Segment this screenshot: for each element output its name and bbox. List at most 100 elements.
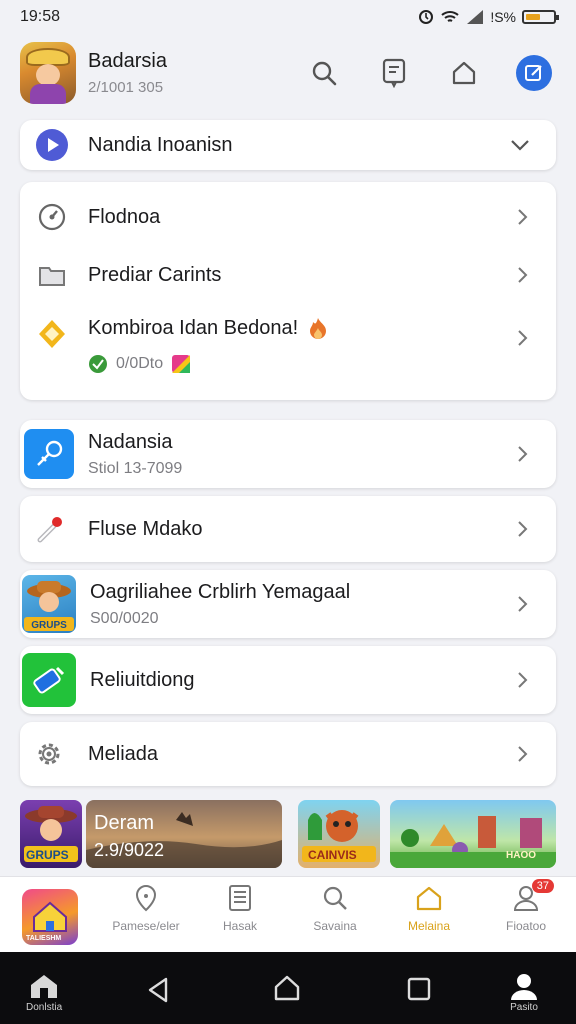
compose-icon	[525, 65, 542, 81]
profile-info[interactable]: Badarsia 2/1001 305	[88, 50, 167, 96]
fire-icon	[310, 318, 327, 339]
tab-label: Pamese/eler	[112, 919, 180, 933]
list-item-label: Oagriliahee Crblirh Yemagaal	[90, 580, 351, 603]
sys-profile-shortcut[interactable]: Pasito	[508, 972, 540, 1013]
home-icon	[31, 975, 58, 998]
list-item-sub: Stiol 13-7099	[88, 459, 183, 477]
color-tile-icon	[172, 355, 191, 373]
thumb-village[interactable]: HAOO	[390, 800, 556, 868]
square-icon	[407, 977, 431, 1001]
alarm-icon	[419, 10, 434, 24]
list-item-reliuitdiong[interactable]: Reliuitdiong	[20, 646, 556, 714]
list-item-label: Meliada	[88, 742, 159, 765]
chevron-right-icon	[518, 446, 528, 462]
tab-fioatoo[interactable]: 37 Fioatoo	[486, 879, 566, 933]
location-pin-icon	[135, 884, 157, 912]
list-item-label: Nadansia	[88, 430, 173, 453]
play-icon	[34, 127, 70, 163]
folder-icon	[34, 257, 70, 293]
chevron-right-icon	[518, 267, 528, 283]
app-tile-text: TALIESHM	[26, 935, 62, 942]
list-item-fluse[interactable]: Fluse Mdako	[20, 496, 556, 562]
group-item-label: Kombiroa Idan Bedona!	[88, 316, 299, 339]
document-icon	[229, 885, 251, 911]
group-item-flodnoa[interactable]: Flodnoa	[20, 190, 556, 244]
group-item-kombiroa[interactable]: Kombiroa Idan Bedona! 0/0Dto	[20, 306, 556, 392]
list-item-label: Reliuitdiong	[90, 668, 195, 691]
tab-label: Melaina	[407, 919, 451, 933]
gear-icon	[24, 729, 74, 779]
home-icon	[416, 886, 442, 911]
dial-icon	[34, 199, 70, 235]
group-item-prediar[interactable]: Prediar Carints	[20, 248, 556, 302]
list-item-label: Fluse Mdako	[88, 517, 203, 540]
chevron-right-icon	[518, 330, 528, 346]
signal-icon	[467, 10, 484, 24]
battery-app-icon	[22, 653, 76, 707]
group-item-label: Prediar Carints	[88, 263, 222, 286]
thumb-fox[interactable]: CAINVIS	[298, 800, 380, 868]
group-item-label: Flodnoa	[88, 205, 161, 228]
recents-button[interactable]	[406, 976, 432, 1002]
notification-badge: 37	[531, 879, 554, 893]
status-icons: !S%	[418, 9, 559, 25]
account-dropdown[interactable]: Nandia Inoanisn	[20, 120, 556, 170]
home-button[interactable]	[446, 55, 482, 91]
chevron-right-icon	[518, 746, 528, 762]
svg-text:GRUPS: GRUPS	[31, 620, 67, 631]
dropdown-label: Nandia Inoanisn	[88, 133, 233, 156]
game-character-icon: GRUPS	[22, 575, 76, 633]
thumb-dream-date: 2.9/9022	[94, 840, 165, 860]
home-nav-button[interactable]	[273, 974, 301, 1002]
list-item-meliada[interactable]: Meliada	[20, 722, 556, 786]
header-actions	[306, 55, 556, 91]
system-nav-bar: Donlstia Pasito	[0, 952, 576, 1024]
tab-label: Fioatoo	[505, 919, 547, 933]
thumb-fox-text: CAINVIS	[308, 848, 357, 862]
tab-melaina[interactable]: Melaina	[389, 883, 469, 933]
battery-icon	[522, 10, 559, 24]
compose-button[interactable]	[516, 55, 552, 91]
profile-subtitle: 2/1001 305	[88, 79, 164, 96]
bottom-tab-bar: TALIESHM Pamese/eler Hasak Savaina Melai…	[0, 876, 576, 952]
person-icon	[511, 974, 537, 1000]
profile-header: Badarsia 2/1001 305	[20, 40, 556, 106]
chevron-right-icon	[518, 209, 528, 225]
app-tile[interactable]: TALIESHM	[22, 889, 78, 945]
search-icon	[312, 61, 337, 86]
notes-button[interactable]	[376, 55, 412, 91]
status-time: 19:58	[20, 8, 61, 25]
thumb-dream[interactable]: Deram 2.9/9022	[86, 800, 282, 868]
search-button[interactable]	[306, 55, 342, 91]
home-icon	[452, 61, 476, 85]
battery-percent: !S%	[490, 9, 516, 25]
thumb-cowboy[interactable]: GRUPS	[20, 800, 82, 868]
sys-profile-label: Pasito	[510, 1002, 538, 1013]
list-item-sub: S00/0020	[90, 609, 159, 627]
leaf-badge-icon	[89, 355, 107, 373]
battery-fill	[526, 14, 541, 20]
chevron-right-icon	[518, 672, 528, 688]
status-bar: 19:58 !S%	[0, 0, 576, 34]
diamond-icon	[34, 316, 70, 352]
marker-icon	[24, 504, 74, 554]
pen-icon	[24, 429, 74, 479]
back-triangle-icon	[148, 977, 168, 1003]
thumb-village-text: HAOO	[506, 850, 536, 861]
list-item-nadansia[interactable]: Nadansia Stiol 13-7099	[20, 420, 556, 488]
thumb-cowboy-text: GRUPS	[26, 848, 69, 862]
tab-pamese[interactable]: Pamese/eler	[106, 883, 186, 933]
note-icon	[382, 58, 406, 88]
search-icon	[323, 886, 347, 910]
chevron-right-icon	[518, 596, 528, 612]
tab-label: Hasak	[222, 919, 257, 933]
chevron-right-icon	[518, 521, 528, 537]
sys-home-shortcut[interactable]: Donlstia	[26, 972, 62, 1013]
tab-hasak[interactable]: Hasak	[200, 883, 280, 933]
avatar[interactable]	[20, 42, 76, 104]
back-button[interactable]	[146, 976, 170, 1004]
tab-label: Savaina	[313, 919, 357, 933]
list-item-oagriliahee[interactable]: GRUPS Oagriliahee Crblirh Yemagaal S00/0…	[20, 570, 556, 638]
thumbnail-strip: GRUPS Deram 2.9/9022 CAINVIS HAOO	[20, 800, 556, 870]
tab-savaina[interactable]: Savaina	[295, 883, 375, 933]
